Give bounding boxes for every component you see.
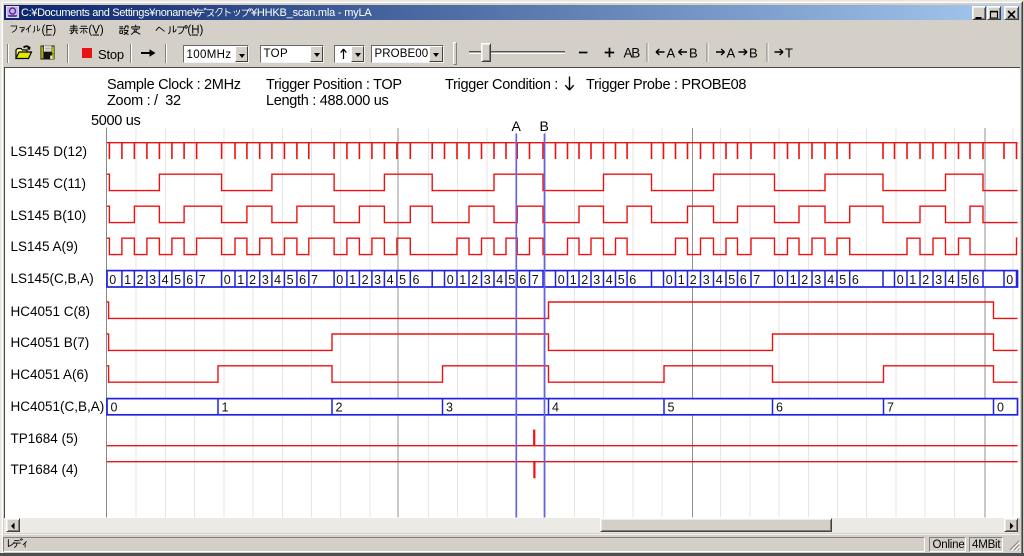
- svg-text:0: 0: [224, 273, 231, 287]
- svg-text:0: 0: [111, 401, 118, 415]
- svg-text:0: 0: [897, 273, 904, 287]
- svg-text:5: 5: [668, 401, 675, 415]
- svg-text:1: 1: [222, 401, 229, 415]
- svg-text:0: 0: [558, 273, 565, 287]
- svg-text:6: 6: [740, 273, 747, 287]
- svg-text:4: 4: [274, 273, 281, 287]
- svg-text:5: 5: [287, 273, 294, 287]
- svg-text:4: 4: [716, 273, 723, 287]
- svg-text:4: 4: [948, 273, 955, 287]
- svg-text:5: 5: [618, 273, 625, 287]
- svg-text:4: 4: [162, 273, 169, 287]
- svg-text:4: 4: [606, 273, 613, 287]
- svg-text:6: 6: [299, 273, 306, 287]
- svg-text:2: 2: [336, 401, 343, 415]
- svg-text:0: 0: [336, 273, 343, 287]
- svg-text:6: 6: [186, 273, 193, 287]
- svg-text:2: 2: [801, 273, 808, 287]
- svg-text:3: 3: [149, 273, 156, 287]
- svg-text:2: 2: [249, 273, 256, 287]
- svg-text:5: 5: [728, 273, 735, 287]
- svg-text:1: 1: [909, 273, 916, 287]
- svg-text:1: 1: [678, 273, 685, 287]
- svg-text:7: 7: [887, 401, 894, 415]
- svg-text:7: 7: [199, 273, 206, 287]
- svg-text:4: 4: [552, 401, 559, 415]
- svg-text:1: 1: [790, 273, 797, 287]
- svg-text:3: 3: [593, 273, 600, 287]
- svg-text:3: 3: [374, 273, 381, 287]
- svg-text:5: 5: [839, 273, 846, 287]
- svg-text:0: 0: [666, 273, 673, 287]
- svg-text:3: 3: [814, 273, 821, 287]
- svg-text:4: 4: [496, 273, 503, 287]
- svg-text:4: 4: [387, 273, 394, 287]
- svg-text:1: 1: [349, 273, 356, 287]
- svg-text:1: 1: [570, 273, 577, 287]
- svg-text:6: 6: [413, 273, 420, 287]
- svg-text:0: 0: [997, 401, 1004, 415]
- svg-text:3: 3: [484, 273, 491, 287]
- svg-text:3: 3: [446, 401, 453, 415]
- svg-text:6: 6: [629, 273, 636, 287]
- svg-text:5: 5: [961, 273, 968, 287]
- svg-text:0: 0: [109, 273, 116, 287]
- svg-text:1: 1: [237, 273, 244, 287]
- svg-text:2: 2: [362, 273, 369, 287]
- svg-text:B: B: [540, 118, 549, 134]
- svg-text:1: 1: [459, 273, 466, 287]
- svg-text:3: 3: [935, 273, 942, 287]
- svg-text:3: 3: [262, 273, 269, 287]
- svg-text:2: 2: [137, 273, 144, 287]
- svg-text:0: 0: [1006, 273, 1013, 287]
- svg-text:6: 6: [519, 273, 526, 287]
- svg-text:6: 6: [776, 401, 783, 415]
- svg-text:5: 5: [399, 273, 406, 287]
- svg-text:2: 2: [922, 273, 929, 287]
- svg-text:0: 0: [447, 273, 454, 287]
- svg-text:6: 6: [972, 273, 979, 287]
- svg-text:A: A: [512, 118, 522, 134]
- svg-text:0: 0: [777, 273, 784, 287]
- svg-text:7: 7: [311, 273, 318, 287]
- svg-text:4: 4: [827, 273, 834, 287]
- svg-text:3: 3: [703, 273, 710, 287]
- svg-text:7: 7: [753, 273, 760, 287]
- svg-text:5: 5: [174, 273, 181, 287]
- svg-text:5: 5: [508, 273, 515, 287]
- svg-text:2: 2: [690, 273, 697, 287]
- svg-text:6: 6: [852, 273, 859, 287]
- svg-text:7: 7: [532, 273, 539, 287]
- svg-text:2: 2: [581, 273, 588, 287]
- svg-text:1: 1: [124, 273, 131, 287]
- svg-text:2: 2: [471, 273, 478, 287]
